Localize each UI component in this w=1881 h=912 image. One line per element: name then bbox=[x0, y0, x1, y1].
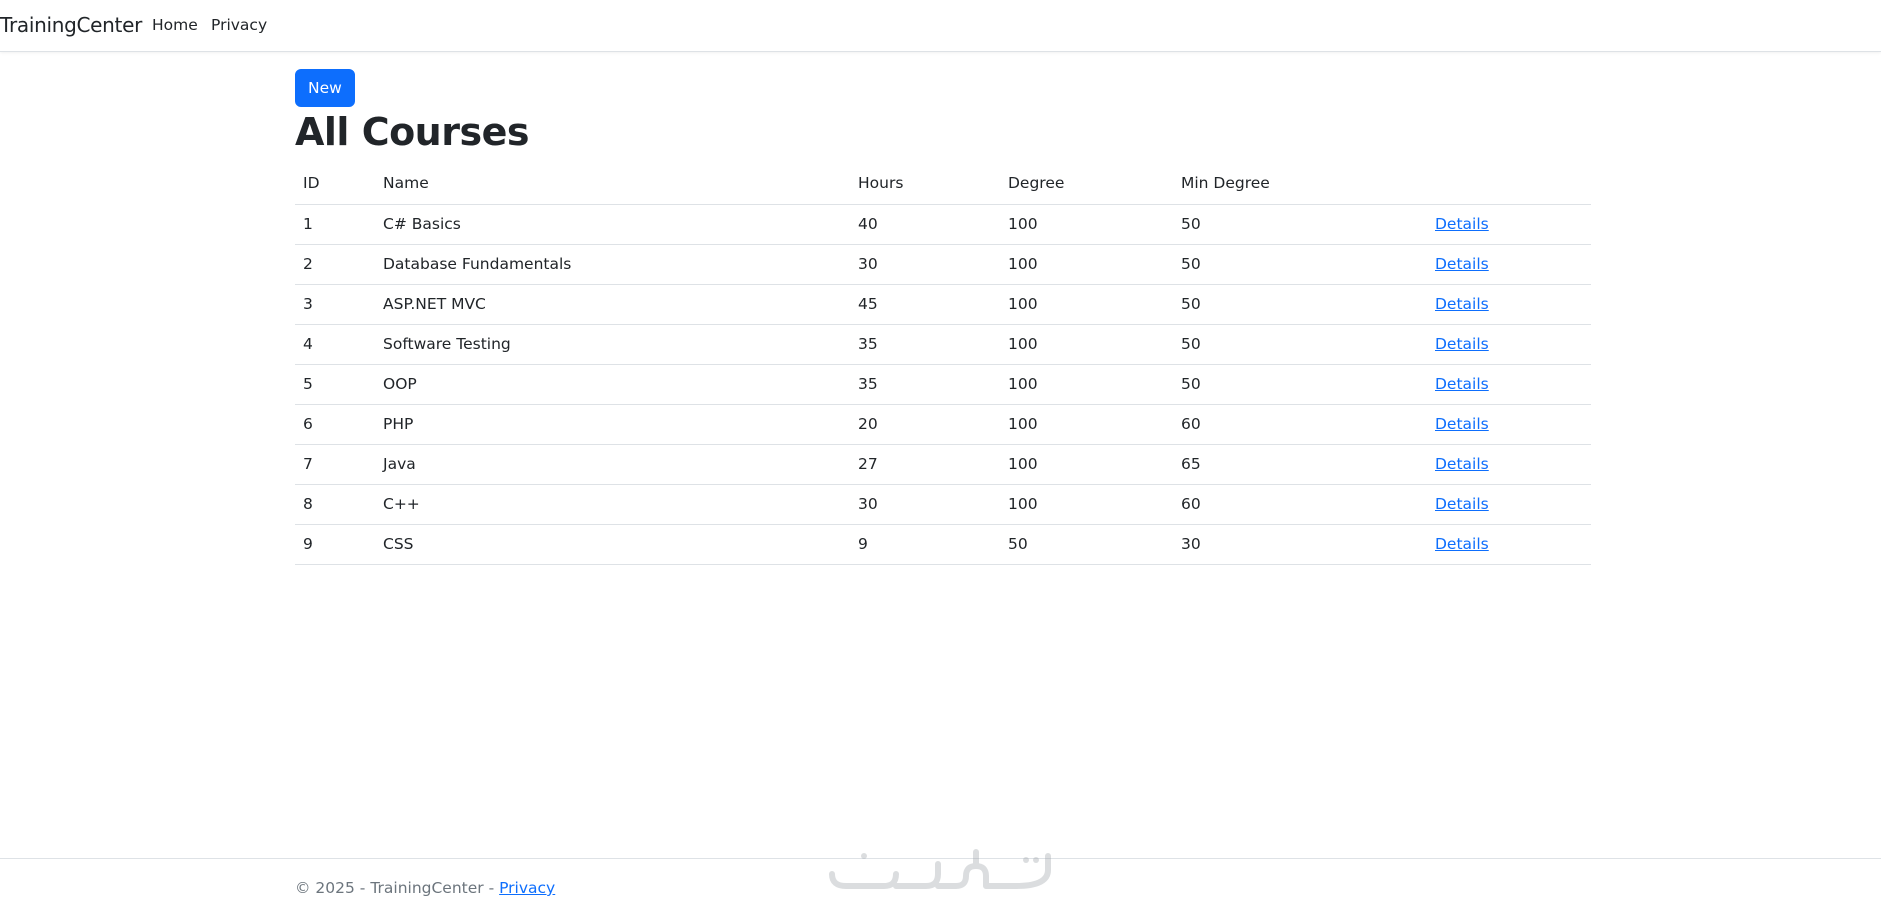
cell-id: 6 bbox=[295, 404, 375, 445]
cell-min-degree: 50 bbox=[1173, 244, 1427, 285]
details-link[interactable]: Details bbox=[1435, 535, 1489, 553]
cell-name: CSS bbox=[375, 524, 850, 565]
cell-action: Details bbox=[1427, 404, 1591, 445]
cell-id: 1 bbox=[295, 204, 375, 245]
footer-privacy-link[interactable]: Privacy bbox=[499, 879, 555, 897]
page-title: All Courses bbox=[295, 110, 530, 154]
cell-action: Details bbox=[1427, 364, 1591, 405]
cell-name: Java bbox=[375, 444, 850, 485]
cell-action: Details bbox=[1427, 484, 1591, 525]
table-header-row: ID Name Hours Degree Min Degree bbox=[295, 163, 1591, 205]
table-row: 1 C# Basics 40 100 50 Details bbox=[295, 204, 1591, 245]
cell-degree: 100 bbox=[1000, 324, 1173, 365]
cell-min-degree: 65 bbox=[1173, 444, 1427, 485]
cell-name: C# Basics bbox=[375, 204, 850, 245]
cell-id: 4 bbox=[295, 324, 375, 365]
cell-id: 3 bbox=[295, 284, 375, 325]
cell-name: PHP bbox=[375, 404, 850, 445]
cell-action: Details bbox=[1427, 204, 1591, 245]
cell-min-degree: 30 bbox=[1173, 524, 1427, 565]
top-navbar: TrainingCenter Home Privacy bbox=[0, 0, 1881, 52]
cell-hours: 40 bbox=[850, 204, 1000, 245]
cell-min-degree: 60 bbox=[1173, 484, 1427, 525]
courses-table: ID Name Hours Degree Min Degree 1 C# Bas… bbox=[295, 163, 1591, 565]
cell-id: 7 bbox=[295, 444, 375, 485]
details-link[interactable]: Details bbox=[1435, 255, 1489, 273]
cell-action: Details bbox=[1427, 284, 1591, 325]
cell-hours: 27 bbox=[850, 444, 1000, 485]
table-row: 8 C++ 30 100 60 Details bbox=[295, 484, 1591, 525]
cell-min-degree: 50 bbox=[1173, 284, 1427, 325]
cell-degree: 100 bbox=[1000, 484, 1173, 525]
cell-degree: 100 bbox=[1000, 244, 1173, 285]
cell-min-degree: 50 bbox=[1173, 204, 1427, 245]
cell-hours: 45 bbox=[850, 284, 1000, 325]
cell-hours: 30 bbox=[850, 244, 1000, 285]
header-name: Name bbox=[375, 163, 850, 205]
cell-min-degree: 50 bbox=[1173, 324, 1427, 365]
cell-name: Software Testing bbox=[375, 324, 850, 365]
footer-copyright: © 2025 - TrainingCenter - Privacy bbox=[295, 879, 555, 897]
table-row: 4 Software Testing 35 100 50 Details bbox=[295, 324, 1591, 365]
cell-min-degree: 50 bbox=[1173, 364, 1427, 405]
table-body: 1 C# Basics 40 100 50 Details 2 Database… bbox=[295, 204, 1591, 565]
cell-action: Details bbox=[1427, 524, 1591, 565]
footer-text: © 2025 - TrainingCenter - bbox=[295, 879, 500, 897]
brand-link[interactable]: TrainingCenter bbox=[0, 13, 142, 37]
cell-action: Details bbox=[1427, 324, 1591, 365]
cell-degree: 100 bbox=[1000, 444, 1173, 485]
cell-min-degree: 60 bbox=[1173, 404, 1427, 445]
table-header: ID Name Hours Degree Min Degree bbox=[295, 163, 1591, 205]
table-row: 6 PHP 20 100 60 Details bbox=[295, 404, 1591, 445]
details-link[interactable]: Details bbox=[1435, 455, 1489, 473]
cell-hours: 20 bbox=[850, 404, 1000, 445]
cell-id: 5 bbox=[295, 364, 375, 405]
cell-name: C++ bbox=[375, 484, 850, 525]
table-row: 5 OOP 35 100 50 Details bbox=[295, 364, 1591, 405]
cell-hours: 35 bbox=[850, 324, 1000, 365]
table-row: 9 CSS 9 50 30 Details bbox=[295, 524, 1591, 565]
header-min-degree: Min Degree bbox=[1173, 163, 1427, 205]
header-hours: Hours bbox=[850, 163, 1000, 205]
watermark-logo-icon bbox=[829, 849, 1051, 889]
cell-id: 8 bbox=[295, 484, 375, 525]
header-id: ID bbox=[295, 163, 375, 205]
cell-hours: 35 bbox=[850, 364, 1000, 405]
cell-hours: 9 bbox=[850, 524, 1000, 565]
cell-degree: 100 bbox=[1000, 284, 1173, 325]
header-degree: Degree bbox=[1000, 163, 1173, 205]
nav-link-home[interactable]: Home bbox=[152, 16, 198, 34]
table-row: 7 Java 27 100 65 Details bbox=[295, 444, 1591, 485]
cell-id: 2 bbox=[295, 244, 375, 285]
cell-action: Details bbox=[1427, 444, 1591, 485]
new-course-button[interactable]: New bbox=[295, 69, 355, 107]
table-row: 2 Database Fundamentals 30 100 50 Detail… bbox=[295, 244, 1591, 285]
cell-degree: 100 bbox=[1000, 204, 1173, 245]
details-link[interactable]: Details bbox=[1435, 495, 1489, 513]
cell-id: 9 bbox=[295, 524, 375, 565]
cell-name: OOP bbox=[375, 364, 850, 405]
cell-hours: 30 bbox=[850, 484, 1000, 525]
cell-degree: 100 bbox=[1000, 404, 1173, 445]
cell-degree: 50 bbox=[1000, 524, 1173, 565]
details-link[interactable]: Details bbox=[1435, 215, 1489, 233]
cell-action: Details bbox=[1427, 244, 1591, 285]
nav-link-privacy[interactable]: Privacy bbox=[211, 16, 267, 34]
cell-name: Database Fundamentals bbox=[375, 244, 850, 285]
details-link[interactable]: Details bbox=[1435, 415, 1489, 433]
cell-degree: 100 bbox=[1000, 364, 1173, 405]
cell-name: ASP.NET MVC bbox=[375, 284, 850, 325]
details-link[interactable]: Details bbox=[1435, 335, 1489, 353]
details-link[interactable]: Details bbox=[1435, 295, 1489, 313]
table-row: 3 ASP.NET MVC 45 100 50 Details bbox=[295, 284, 1591, 325]
details-link[interactable]: Details bbox=[1435, 375, 1489, 393]
header-action bbox=[1427, 163, 1591, 205]
